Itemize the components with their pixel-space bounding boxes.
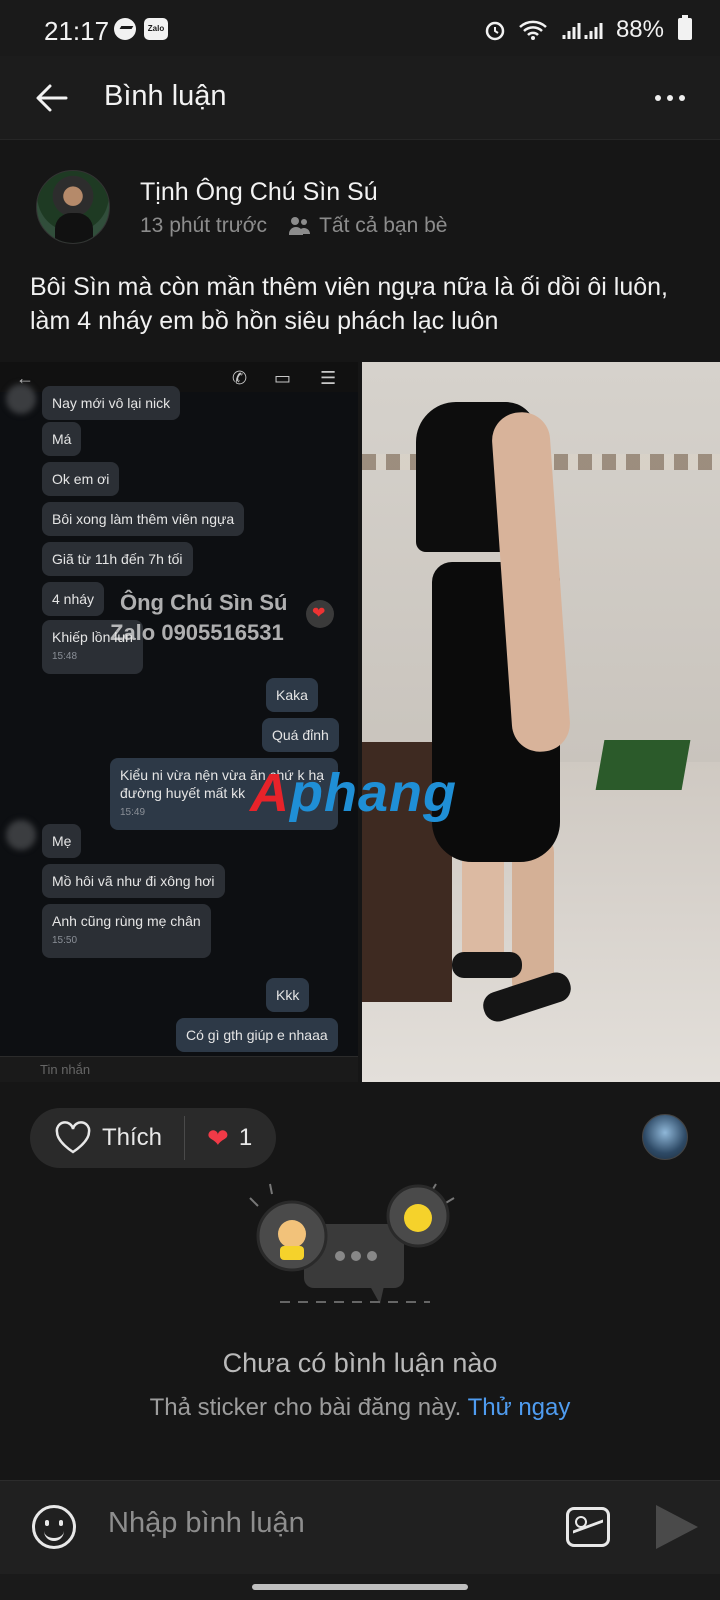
sticker-icon[interactable] [32,1505,76,1549]
heart-outline-icon [55,1121,91,1154]
reactor-avatar[interactable] [642,1114,688,1160]
app-header: Bình luận [0,56,720,140]
chat-bubble: Mẹ [42,824,82,858]
post-author: Tịnh Ông Chú Sìn Sú 13 phút trước Tất cả… [36,170,686,246]
chat-bubble: Kkk [266,978,310,1012]
empty-comments: Chưa có bình luận nào Thả sticker cho bà… [0,1180,720,1440]
send-icon[interactable] [656,1505,698,1549]
empty-title: Chưa có bình luận nào [222,1348,498,1378]
try-now-link[interactable]: Thử ngay [468,1394,571,1421]
post-meta: 13 phút trước Tất cả bạn bè [140,214,447,238]
chat-bubble: 4 nháy [42,582,105,616]
notification-icons: Zalo [114,18,168,40]
comment-input[interactable]: Nhập bình luận [108,1507,305,1540]
chat-bubble: Có gì gth giúp e nhaaa [176,1018,338,1052]
reaction-summary[interactable]: ❤ 1 [185,1123,276,1154]
watermark-name: Ông Chú Sìn Sú [120,590,288,615]
author-avatar[interactable] [36,170,110,244]
post-audience: Tất cả bạn bè [319,214,448,237]
battery-percent: 88% [615,16,664,43]
battery-icon [678,15,692,40]
status-bar: 21:17 Zalo 88% [0,0,720,56]
chat-video-icon: ▭ [274,368,292,388]
chat-input-placeholder: Tin nhắn [40,1062,91,1077]
chat-input-bar: Tin nhắn [0,1056,358,1082]
chat-timestamp: 15:50 [52,935,78,946]
like-label: Thích [102,1124,163,1151]
chat-bubble: Anh cũng rùng mẹ chân 15:50 [42,904,211,958]
chat-bubble: Quá đỉnh [262,718,339,752]
friends-icon [289,217,311,235]
system-nav-bar [0,1574,720,1600]
status-time: 21:17 [44,16,110,46]
system-icons: 88% [484,16,664,44]
like-button[interactable]: Thích [30,1108,184,1168]
post-caption: Bôi Sìn mà còn mần thêm viên ngựa nữa là… [30,273,669,335]
post-photo-person[interactable] [362,362,720,1082]
alarm-icon [485,21,505,41]
chat-avatar [6,384,36,414]
chat-bubble: Kiểu ni vừa nện vừa ăn chứ k hạ đường hu… [110,758,338,830]
reaction-count: 1 [238,1124,253,1151]
back-arrow-icon[interactable] [32,78,72,118]
sandal [452,952,522,978]
author-name[interactable]: Tịnh Ông Chú Sìn Sú [140,178,378,207]
chat-timestamp: 15:49 [120,807,146,818]
image-icon[interactable] [566,1507,610,1547]
messenger-icon [114,18,136,40]
post-time: 13 phút trước [140,214,268,237]
chat-bubble: Ok em ơi [42,462,120,496]
reaction-bar: Thích ❤ 1 [30,1108,277,1168]
green-mat [595,740,691,790]
more-options-icon[interactable] [650,86,690,110]
chat-bubble-text: Anh cũng rùng mẹ chân [52,913,201,929]
chat-bubble-text: Kiểu ni vừa nện vừa ăn chứ k hạ đường hu… [120,767,325,801]
chat-timestamp: 15:48 [52,651,78,662]
post-photo-chat[interactable]: ← ✆ ▭ ☰ Nay mới vô lại nick Má Ok em ơi … [0,362,358,1082]
chat-menu-icon: ☰ [320,368,337,388]
wifi-icon [519,20,547,40]
empty-subtitle-text: Thả sticker cho bài đăng này. [149,1394,462,1421]
chat-bubble: Giã từ 11h đến 7h tối [42,542,193,576]
empty-chat-illustration [249,1183,455,1304]
signal-icon [562,23,603,39]
chat-bubble: Nay mới vô lại nick [42,386,181,420]
chat-avatar [6,820,36,850]
heart-icon [306,600,334,628]
chat-bubble: Má [42,422,82,456]
home-indicator[interactable] [252,1584,468,1590]
heart-icon: ❤ [207,1122,229,1153]
page-title: Bình luận [104,80,227,112]
chat-bubble: Mồ hôi vã như đi xông hơi [42,864,225,898]
comment-composer: Nhập bình luận [0,1480,720,1574]
chat-call-icon: ✆ [232,368,248,388]
watermark-phone: Zalo 0905516531 [110,620,284,645]
zalo-icon: Zalo [144,18,168,40]
chat-bubble: Bôi xong làm thêm viên ngựa [42,502,245,536]
chat-bubble: Kaka [266,678,318,712]
empty-subtitle: Thả sticker cho bài đăng này. Thử ngay [0,1394,720,1422]
